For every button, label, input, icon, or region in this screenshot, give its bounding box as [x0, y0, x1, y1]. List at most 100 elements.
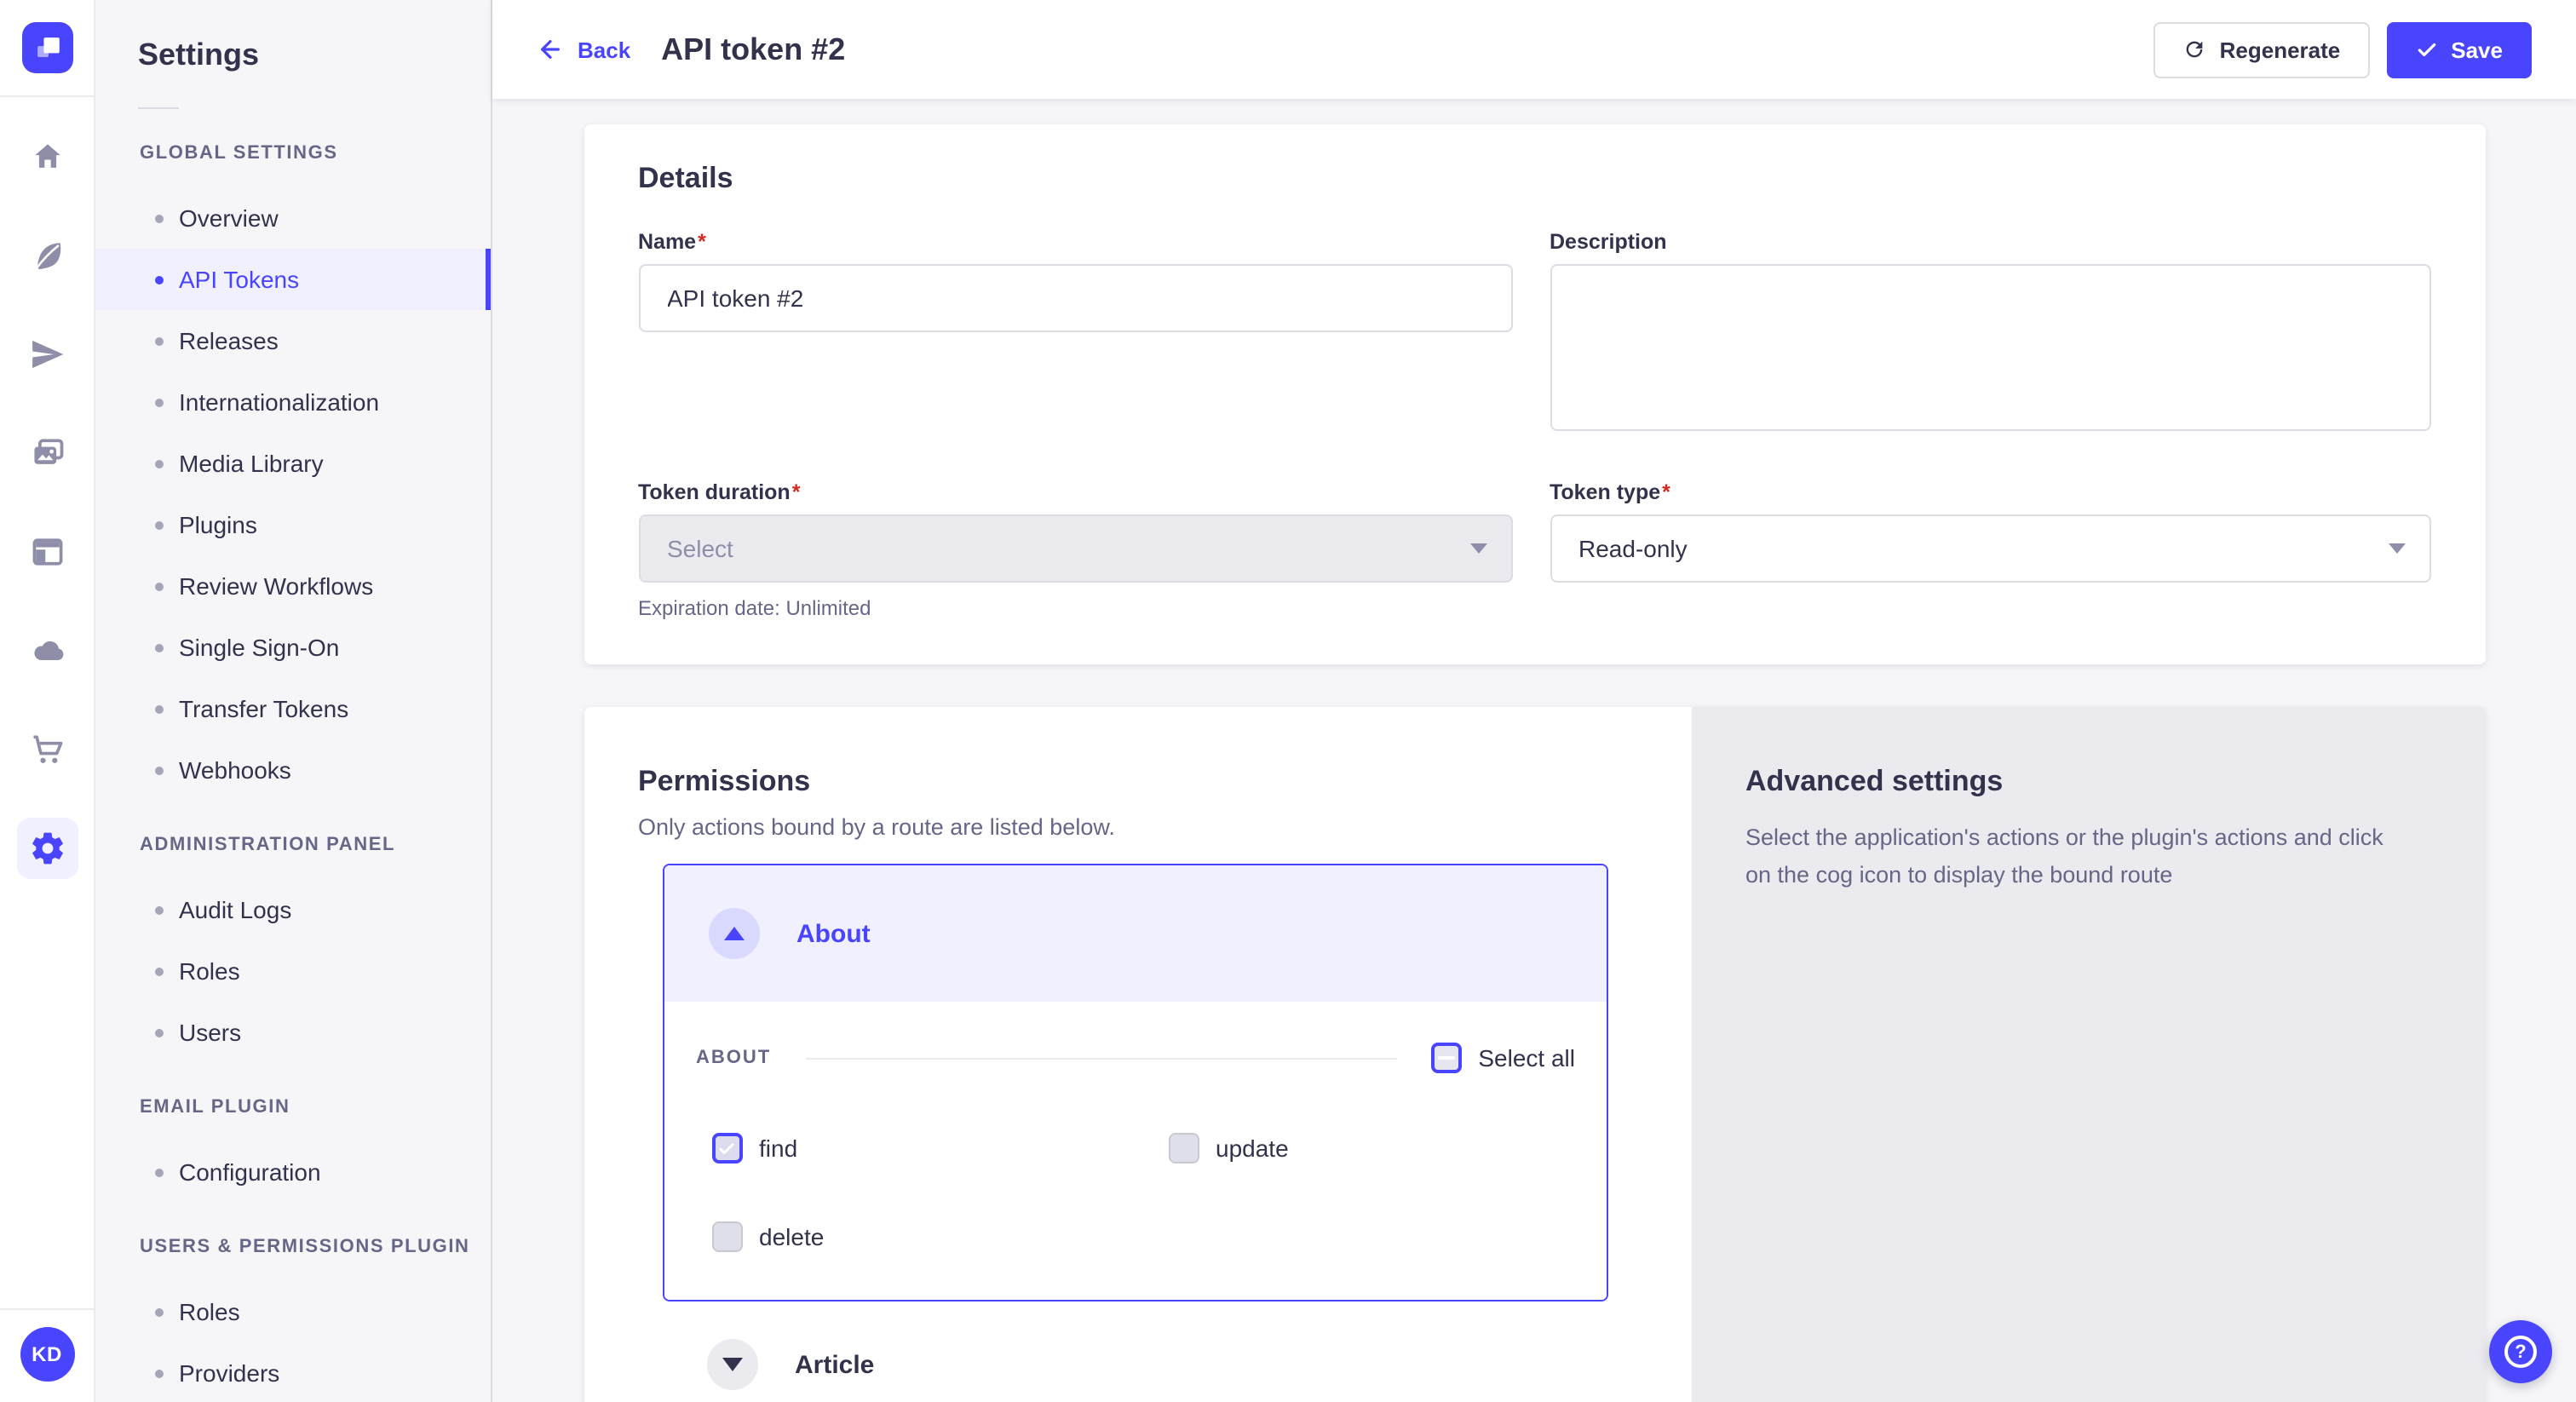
permissions-accordions: About ABOUT Select all — [662, 864, 1607, 1402]
active-indicator-bar — [486, 249, 491, 310]
page-header: Back API token #2 Regenerate Save — [492, 0, 2576, 99]
rail-item-media-library[interactable] — [16, 422, 78, 484]
sidebar-item-up-providers[interactable]: Providers — [95, 1342, 491, 1402]
rail-item-marketplace[interactable] — [16, 719, 78, 780]
strapi-logo-icon — [28, 29, 66, 66]
sidebar-item-admin-users[interactable]: Users — [95, 1002, 491, 1063]
bullet-dot — [155, 214, 164, 222]
accordion-article-header[interactable]: Article — [662, 1301, 1607, 1402]
page-title: API token #2 — [661, 32, 845, 67]
bullet-dot — [155, 905, 164, 914]
description-field: Description — [1550, 230, 2430, 440]
rail-avatar-area: KD — [0, 1308, 94, 1402]
subnav-divider — [138, 107, 179, 109]
accordion-about: About ABOUT Select all — [662, 864, 1607, 1301]
accordion-about-body: ABOUT Select all — [664, 1002, 1606, 1300]
accordion-about-header[interactable]: About — [664, 865, 1606, 1002]
accordion-about-title: About — [796, 919, 871, 948]
layout-icon — [28, 533, 66, 571]
select-all-checkbox[interactable] — [1430, 1043, 1461, 1073]
sidebar-item-single-sign-on[interactable]: Single Sign-On — [95, 617, 491, 678]
action-delete[interactable]: delete — [711, 1221, 1168, 1252]
sidebar-item-releases[interactable]: Releases — [95, 310, 491, 371]
expand-toggle[interactable] — [706, 1339, 757, 1390]
bullet-dot — [155, 459, 164, 468]
sidebar-item-admin-roles[interactable]: Roles — [95, 940, 491, 1002]
paper-plane-icon — [28, 336, 66, 373]
check-icon — [717, 1139, 736, 1158]
description-textarea[interactable] — [1550, 264, 2430, 431]
sidebar-item-audit-logs[interactable]: Audit Logs — [95, 879, 491, 940]
rail-item-cloud[interactable] — [16, 620, 78, 681]
chevron-down-icon — [2388, 543, 2405, 554]
section-label-users-permissions-plugin: USERS & PERMISSIONS PLUGIN — [95, 1237, 491, 1257]
rail-item-home[interactable] — [16, 126, 78, 187]
sidebar-item-overview[interactable]: Overview — [95, 187, 491, 249]
rail-item-deploy[interactable] — [16, 324, 78, 385]
bullet-dot — [155, 275, 164, 284]
accordion-article-title: Article — [795, 1350, 874, 1379]
regenerate-button[interactable]: Regenerate — [2153, 21, 2370, 78]
back-link[interactable]: Back — [537, 36, 630, 63]
bullet-dot — [155, 1168, 164, 1176]
sidebar-item-plugins[interactable]: Plugins — [95, 494, 491, 555]
bullet-dot — [155, 336, 164, 345]
bullet-dot — [155, 1028, 164, 1037]
strapi-admin-app: KD Settings GLOBAL SETTINGS Overview API… — [0, 0, 2576, 1402]
expiration-hint: Expiration date: Unlimited — [638, 596, 1512, 620]
rail-item-content-builder[interactable] — [16, 225, 78, 286]
feather-icon — [28, 237, 66, 274]
main-area: Back API token #2 Regenerate Save Detail… — [492, 0, 2576, 1402]
help-button[interactable]: ? — [2489, 1320, 2552, 1383]
sidebar-item-review-workflows[interactable]: Review Workflows — [95, 555, 491, 617]
about-actions-grid: find update delete — [696, 1133, 1575, 1252]
home-icon — [28, 138, 66, 175]
find-checkbox[interactable] — [711, 1133, 742, 1164]
sidebar-item-webhooks[interactable]: Webhooks — [95, 739, 491, 801]
sidebar-item-api-tokens[interactable]: API Tokens — [95, 249, 491, 310]
token-type-select[interactable]: Read-only — [1550, 514, 2430, 583]
save-button[interactable]: Save — [2386, 21, 2532, 78]
name-label: Name* — [638, 230, 1512, 254]
delete-checkbox[interactable] — [711, 1221, 742, 1252]
action-find[interactable]: find — [711, 1133, 1168, 1164]
update-checkbox[interactable] — [1168, 1133, 1199, 1164]
required-asterisk: * — [1662, 480, 1670, 504]
collapse-toggle[interactable] — [708, 908, 759, 959]
advanced-settings-body: Select the application's actions or the … — [1745, 819, 2406, 893]
settings-nav: GLOBAL SETTINGS Overview API Tokens Rele… — [95, 143, 491, 1402]
token-duration-label: Token duration* — [638, 480, 1512, 504]
sidebar-item-up-roles[interactable]: Roles — [95, 1281, 491, 1342]
chevron-down-icon — [1469, 543, 1486, 554]
permissions-subtitle: Only actions bound by a route are listed… — [638, 814, 1691, 840]
icon-rail: KD — [0, 0, 95, 1402]
bullet-dot — [155, 582, 164, 590]
bullet-dot — [155, 643, 164, 652]
required-asterisk: * — [698, 230, 706, 254]
details-title: Details — [638, 162, 2430, 196]
sidebar-item-internationalization[interactable]: Internationalization — [95, 371, 491, 433]
subnav-title: Settings — [138, 37, 491, 73]
action-update[interactable]: update — [1168, 1133, 1575, 1164]
sidebar-item-media-library[interactable]: Media Library — [95, 433, 491, 494]
rail-logo-area — [0, 0, 94, 97]
required-asterisk: * — [792, 480, 801, 504]
name-field: Name* — [638, 230, 1512, 440]
sidebar-item-transfer-tokens[interactable]: Transfer Tokens — [95, 678, 491, 739]
user-avatar[interactable]: KD — [20, 1327, 74, 1382]
rail-item-content-manager[interactable] — [16, 521, 78, 583]
arrow-left-icon — [537, 36, 564, 63]
shopping-cart-icon — [28, 731, 66, 768]
bullet-dot — [155, 766, 164, 774]
bullet-dot — [155, 1307, 164, 1316]
sidebar-item-email-configuration[interactable]: Configuration — [95, 1141, 491, 1203]
name-input[interactable] — [638, 264, 1512, 332]
bullet-dot — [155, 520, 164, 529]
section-label-global-settings: GLOBAL SETTINGS — [95, 143, 491, 164]
rail-item-settings[interactable] — [16, 818, 78, 879]
chevron-up-icon — [723, 927, 744, 940]
chevron-down-icon — [722, 1358, 742, 1371]
group-divider — [805, 1057, 1396, 1059]
token-duration-select[interactable]: Select — [638, 514, 1512, 583]
question-mark-icon: ? — [2504, 1336, 2537, 1368]
